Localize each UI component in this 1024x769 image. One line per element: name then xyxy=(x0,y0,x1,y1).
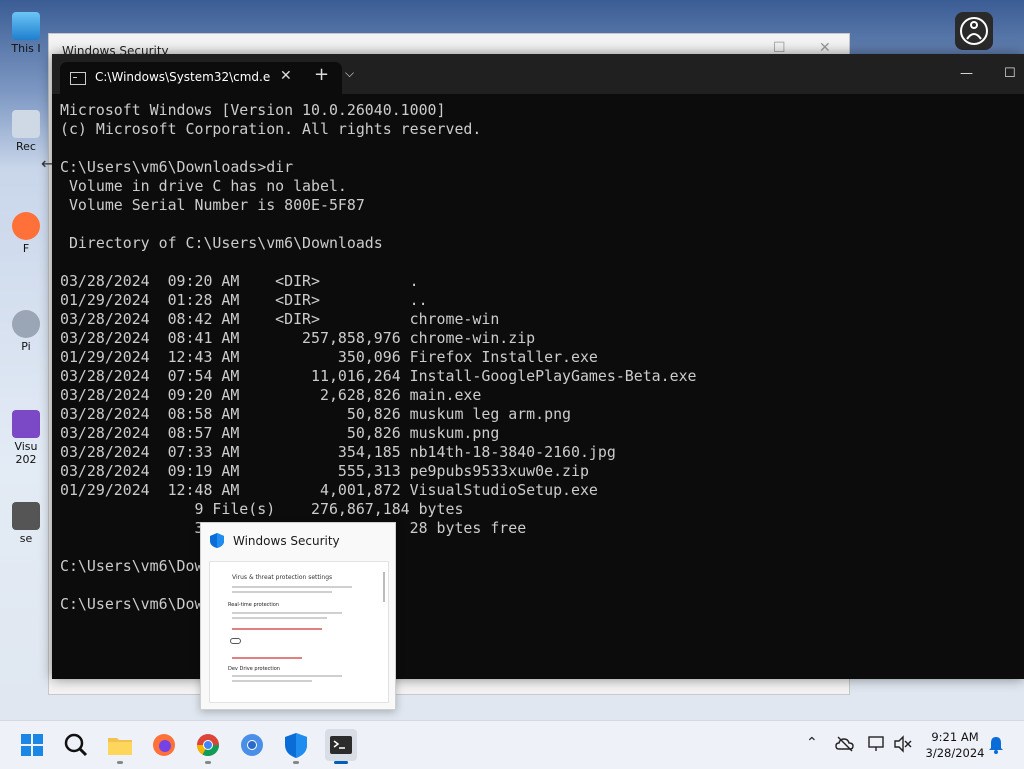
clock-time: 9:21 AM xyxy=(931,730,979,744)
close-tab-icon[interactable]: ✕ xyxy=(280,68,292,84)
console-line: 01/29/2024 01:28 AM <DIR> .. xyxy=(60,291,428,309)
desktop-icon-label: F xyxy=(22,242,30,255)
running-indicator xyxy=(117,761,123,764)
preview-heading: Virus & threat protection settings xyxy=(232,574,333,581)
chevron-down-icon[interactable]: ⌵ xyxy=(345,66,354,81)
recycle-bin-icon xyxy=(12,110,40,138)
monitor-icon xyxy=(12,12,40,40)
console-line: 03/28/2024 09:20 AM 2,628,826 main.exe xyxy=(60,386,482,404)
clock-date: 3/28/2024 xyxy=(925,746,985,760)
folder-icon xyxy=(108,738,132,755)
terminal-window[interactable]: C:\Windows\System32\cmd.e ✕ + ⌵ — ☐ Micr… xyxy=(52,54,1024,679)
preview-line xyxy=(232,612,342,614)
chevron-up-icon[interactable]: ⌃ xyxy=(806,735,818,751)
desktop-icon-label: Rec xyxy=(16,140,36,153)
console-line: C:\Users\vm6\Downloads>dir xyxy=(60,158,294,176)
file-explorer-button[interactable] xyxy=(104,729,136,764)
tab-cmd[interactable]: C:\Windows\System32\cmd.e ✕ xyxy=(60,62,342,94)
running-indicator xyxy=(205,761,211,764)
cmd-icon xyxy=(70,72,86,85)
firefox-icon xyxy=(153,734,175,756)
tab-strip: C:\Windows\System32\cmd.e ✕ + ⌵ — ☐ xyxy=(52,54,1024,94)
preview-line xyxy=(232,657,302,659)
scrollbar[interactable] xyxy=(383,572,385,602)
taskbar: ⌃ 9:21 AM 3/28/2024 xyxy=(0,720,1024,769)
console-line: 01/29/2024 12:48 AM 4,001,872 VisualStud… xyxy=(60,481,598,499)
console-line: 9 File(s) 276,867,184 bytes xyxy=(60,500,464,518)
desktop-icon-visual-studio[interactable]: Visu 202 xyxy=(8,410,44,466)
console-line: 03/28/2024 08:58 AM 50,826 muskum leg ar… xyxy=(60,405,572,423)
preview-line xyxy=(232,680,312,682)
console-line: Directory of C:\Users\vm6\Downloads xyxy=(60,234,383,252)
taskbar-thumbnail[interactable]: Windows Security Virus & threat protecti… xyxy=(200,522,396,710)
thumbnail-header: Windows Security xyxy=(201,523,395,557)
accessibility-icon[interactable] xyxy=(955,12,993,50)
console-line: 03/28/2024 08:42 AM <DIR> chrome-win xyxy=(60,310,500,328)
minimize-button[interactable]: — xyxy=(960,66,973,81)
console-line: 03/28/2024 07:33 AM 354,185 nb14th-18-38… xyxy=(60,443,616,461)
console-line: 01/29/2024 12:43 AM 350,096 Firefox Inst… xyxy=(60,348,598,366)
new-tab-button[interactable]: + xyxy=(314,64,329,85)
preview-line xyxy=(232,628,322,630)
shield-icon xyxy=(210,533,224,548)
preview-line xyxy=(232,617,327,619)
app-icon xyxy=(12,310,40,338)
console-line: Microsoft Windows [Version 10.0.26040.10… xyxy=(60,101,446,119)
shield-icon xyxy=(285,733,307,758)
chrome-button[interactable] xyxy=(192,729,224,764)
search-button[interactable] xyxy=(60,729,92,761)
console-line: 03/28/2024 08:41 AM 257,858,976 chrome-w… xyxy=(60,329,536,347)
terminal-icon xyxy=(330,736,352,754)
console-line: Volume Serial Number is 800E-5F87 xyxy=(60,196,365,214)
preview-line xyxy=(232,675,342,677)
chromium-icon xyxy=(241,734,263,756)
chrome-icon xyxy=(197,734,219,756)
desktop-icon-recycle-bin[interactable]: Rec xyxy=(8,110,44,153)
preview-section-2: Dev Drive protection xyxy=(228,666,280,672)
desktop-icon-firefox[interactable]: F xyxy=(8,212,44,255)
thumbnail-preview: Virus & threat protection settings Real-… xyxy=(209,561,389,703)
toggle-icon xyxy=(230,638,241,644)
desktop-icon-label: Visu 202 xyxy=(14,440,38,466)
preview-line xyxy=(232,591,332,593)
preview-section-1: Real-time protection xyxy=(228,602,280,608)
desktop-icon-app[interactable]: Pi xyxy=(8,310,44,353)
notification-bell-icon[interactable] xyxy=(987,735,1005,755)
windows-logo-icon xyxy=(21,734,43,756)
volume-muted-icon[interactable] xyxy=(893,735,913,753)
desktop-icon-label: This I xyxy=(11,42,41,55)
thumbnail-title: Windows Security xyxy=(233,534,340,548)
maximize-button[interactable]: ☐ xyxy=(1004,66,1016,81)
console-line: 03/28/2024 08:57 AM 50,826 muskum.png xyxy=(60,424,500,442)
start-button[interactable] xyxy=(16,729,48,761)
active-indicator xyxy=(334,761,348,764)
desktop-icon-file[interactable]: se xyxy=(8,502,44,545)
clock[interactable]: 9:21 AM 3/28/2024 xyxy=(920,729,990,761)
network-icon[interactable] xyxy=(867,735,887,753)
terminal-button[interactable] xyxy=(325,729,357,764)
windows-security-button[interactable] xyxy=(280,729,312,764)
console-line: (c) Microsoft Corporation. All rights re… xyxy=(60,120,482,138)
desktop-icon-label: se xyxy=(19,532,33,545)
console-line: Volume in drive C has no label. xyxy=(60,177,347,195)
visual-studio-icon xyxy=(12,410,40,438)
console-line: 03/28/2024 09:19 AM 555,313 pe9pubs9533x… xyxy=(60,462,589,480)
chromium-button[interactable] xyxy=(236,729,268,761)
tab-title: C:\Windows\System32\cmd.e xyxy=(95,70,271,84)
preview-line xyxy=(232,586,352,588)
search-icon xyxy=(64,733,88,757)
desktop-icon-this-pc[interactable]: This I xyxy=(8,12,44,55)
console-line: 03/28/2024 07:54 AM 11,016,264 Install-G… xyxy=(60,367,697,385)
file-icon xyxy=(12,502,40,530)
firefox-button[interactable] xyxy=(148,729,180,761)
console-line: 03/28/2024 09:20 AM <DIR> . xyxy=(60,272,419,290)
desktop-icon-label: Pi xyxy=(21,340,31,353)
firefox-icon xyxy=(12,212,40,240)
running-indicator xyxy=(293,761,299,764)
onedrive-offline-icon[interactable] xyxy=(835,735,855,753)
